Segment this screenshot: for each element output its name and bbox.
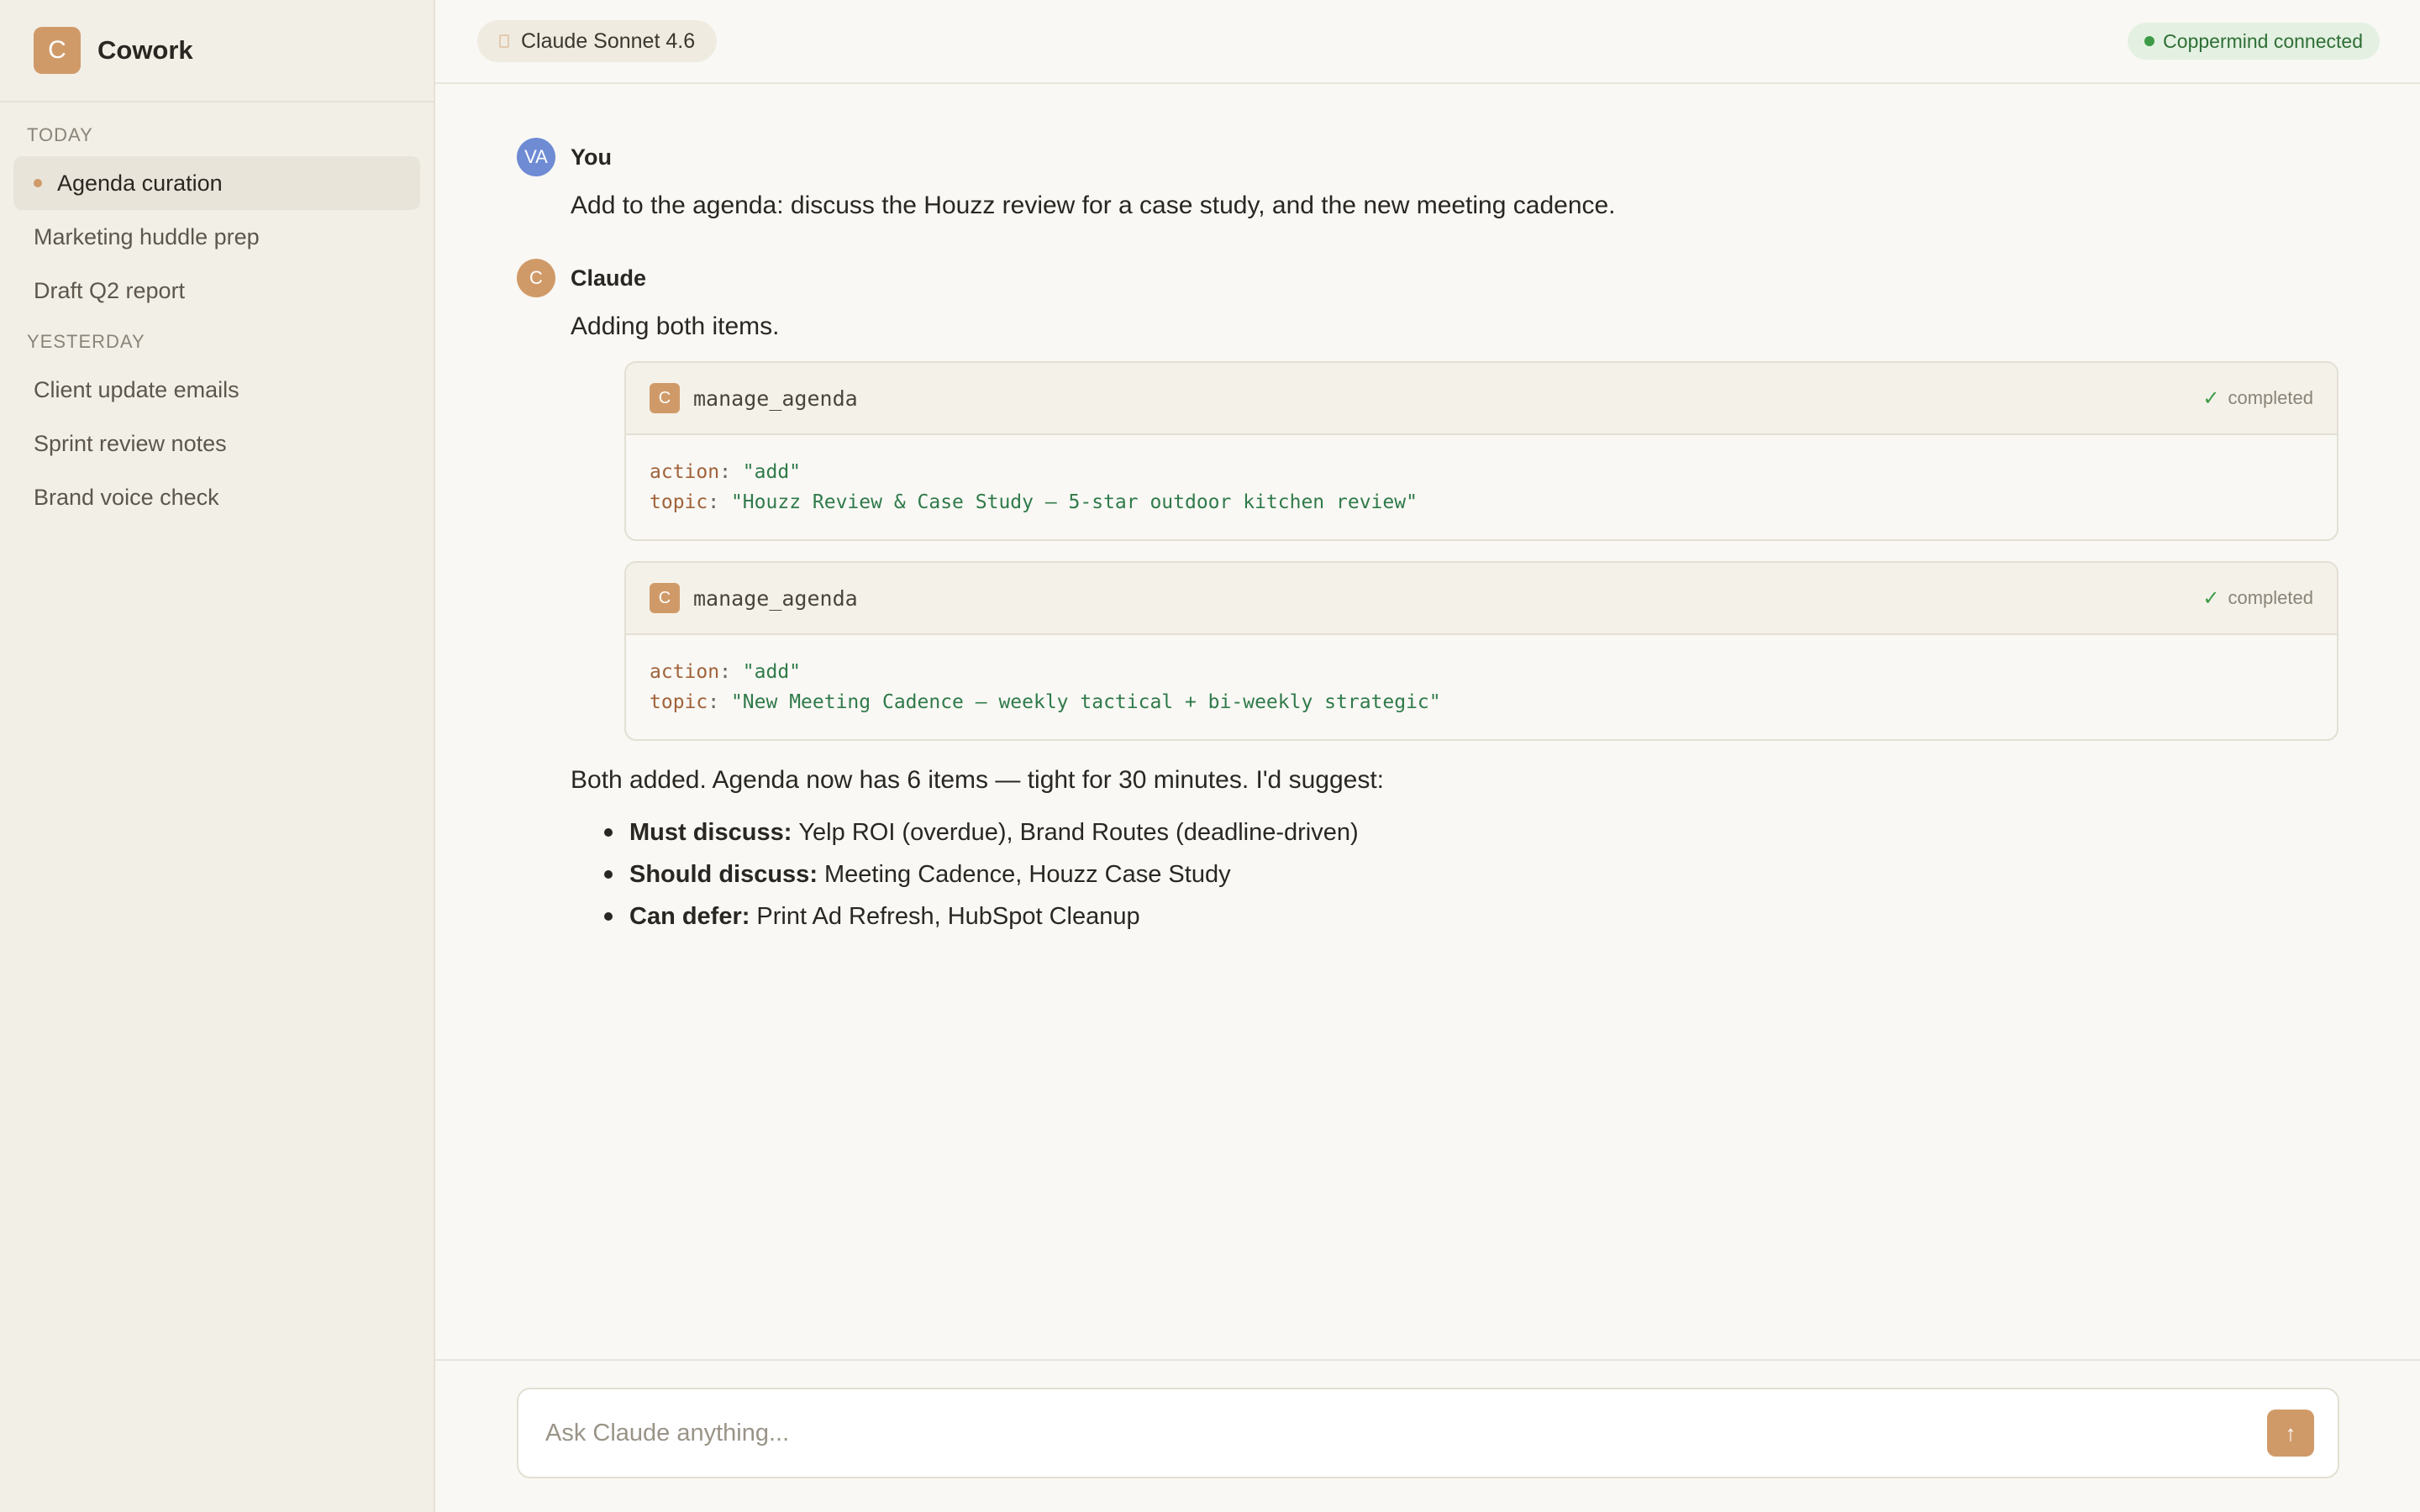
suggestion-list: Must discuss: Yelp ROI (overdue), Brand … <box>517 811 2339 937</box>
sidebar-item-draft-q2-report[interactable]: Draft Q2 report <box>13 264 420 318</box>
sidebar-item-marketing-huddle-prep[interactable]: Marketing huddle prep <box>13 210 420 264</box>
sidebar-item-label: Client update emails <box>34 376 239 402</box>
tool-status-text: completed <box>2228 587 2313 608</box>
message-input[interactable] <box>545 1419 2267 1447</box>
param-colon: : <box>708 491 731 513</box>
param-key: action <box>650 661 720 683</box>
arrow-up-icon: ↑ <box>2285 1420 2296 1446</box>
sidebar-item-label: Brand voice check <box>34 484 219 510</box>
param-key: action <box>650 461 720 483</box>
tool-call-title: C manage_agenda <box>650 583 858 613</box>
param-value: "Houzz Review & Case Study — 5-star outd… <box>730 491 1418 513</box>
brand: C Cowork <box>0 0 434 102</box>
tool-call-card[interactable]: C manage_agenda ✓ completed action: "add… <box>624 361 2338 541</box>
sidebar-item-label: Marketing huddle prep <box>34 223 260 249</box>
brand-name: Cowork <box>97 35 193 65</box>
tool-call-params: action: "add" topic: "New Meeting Cadenc… <box>626 635 2337 739</box>
connection-status-text: Coppermind connected <box>2163 29 2363 52</box>
param-line: action: "add" <box>650 457 2313 487</box>
list-item: Must discuss: Yelp ROI (overdue), Brand … <box>604 811 2339 853</box>
sidebar-item-client-update-emails[interactable]: Client update emails <box>13 363 420 417</box>
bullet-icon <box>604 870 613 879</box>
tool-call-params: action: "add" topic: "Houzz Review & Cas… <box>626 435 2337 539</box>
check-icon: ✓ <box>2202 386 2220 410</box>
tool-status: ✓ completed <box>2202 586 2313 611</box>
message-text: Add to the agenda: discuss the Houzz rev… <box>571 192 1616 219</box>
sidebar-item-label: Agenda curation <box>57 170 223 196</box>
user-message: VA You Add to the agenda: discuss the Ho… <box>517 138 2339 220</box>
tool-call-header[interactable]: C manage_agenda ✓ completed <box>626 363 2337 435</box>
list-item-label: Can defer: <box>629 902 750 930</box>
user-avatar: VA <box>517 138 555 176</box>
check-icon: ✓ <box>2202 586 2220 610</box>
param-key: topic <box>650 691 708 713</box>
tool-app-icon: C <box>650 383 680 413</box>
list-item: Can defer: Print Ad Refresh, HubSpot Cle… <box>604 895 2339 937</box>
connection-status-badge: Coppermind connected <box>2128 23 2380 60</box>
active-dot-icon <box>34 179 42 187</box>
tool-call-title: C manage_agenda <box>650 383 858 413</box>
tool-app-icon: C <box>650 583 680 613</box>
composer-area: ↑ <box>435 1359 2420 1512</box>
param-line: topic: "New Meeting Cadence — weekly tac… <box>650 687 2313 717</box>
message-author: Claude <box>571 265 647 291</box>
sidebar-section-today: TODAY Agenda curation Marketing huddle p… <box>0 102 434 318</box>
bullet-icon <box>604 828 613 837</box>
list-item-label: Must discuss: <box>629 818 792 846</box>
message-header: VA You <box>517 138 2339 176</box>
sidebar: C Cowork TODAY Agenda curation Marketing… <box>0 0 435 1512</box>
list-item-text: Yelp ROI (overdue), Brand Routes (deadli… <box>798 818 1359 846</box>
sidebar-item-sprint-review-notes[interactable]: Sprint review notes <box>13 417 420 470</box>
sidebar-item-label: Sprint review notes <box>34 430 227 456</box>
message-author: You <box>571 144 612 170</box>
sidebar-item-agenda-curation[interactable]: Agenda curation <box>13 156 420 210</box>
tool-name: manage_agenda <box>693 585 858 611</box>
list-item: Should discuss: Meeting Cadence, Houzz C… <box>604 853 2339 895</box>
param-colon: : <box>708 691 731 713</box>
section-label-yesterday: YESTERDAY <box>27 331 145 352</box>
bullet-icon <box>604 912 613 921</box>
composer: ↑ <box>517 1388 2339 1478</box>
tool-call-header[interactable]: C manage_agenda ✓ completed <box>626 563 2337 635</box>
param-key: topic <box>650 491 708 513</box>
section-label-today: TODAY <box>27 124 93 145</box>
param-line: action: "add" <box>650 657 2313 687</box>
param-value: "New Meeting Cadence — weekly tactical +… <box>730 691 1441 713</box>
topbar: Claude Sonnet 4.6 Coppermind connected <box>435 0 2420 84</box>
app-window: C Cowork TODAY Agenda curation Marketing… <box>0 0 2420 1512</box>
message-header: C Claude <box>517 259 2339 297</box>
brand-logo: C <box>34 27 81 74</box>
sidebar-item-label: Draft Q2 report <box>34 277 186 303</box>
status-dot-icon <box>2144 36 2155 46</box>
list-item-text: Meeting Cadence, Houzz Case Study <box>823 860 1231 888</box>
send-button[interactable]: ↑ <box>2267 1410 2314 1457</box>
message-summary: Both added. Agenda now has 6 items — tig… <box>571 766 1384 794</box>
model-name: Claude Sonnet 4.6 <box>521 29 696 53</box>
main-panel: Claude Sonnet 4.6 Coppermind connected V… <box>435 0 2420 1512</box>
claude-avatar: C <box>517 259 555 297</box>
model-icon <box>499 34 509 48</box>
tool-status-text: completed <box>2228 387 2313 408</box>
tool-status: ✓ completed <box>2202 386 2313 411</box>
sidebar-item-brand-voice-check[interactable]: Brand voice check <box>13 470 420 524</box>
list-item-text: Print Ad Refresh, HubSpot Cleanup <box>756 902 1140 930</box>
assistant-message: C Claude Adding both items. C manage_age… <box>517 259 2339 937</box>
message-text: Adding both items. <box>571 312 780 340</box>
param-value: "add" <box>742 661 802 683</box>
list-item-label: Should discuss: <box>629 860 818 888</box>
chat-thread: VA You Add to the agenda: discuss the Ho… <box>435 138 2420 937</box>
tool-name: manage_agenda <box>693 386 858 411</box>
sidebar-section-yesterday: YESTERDAY Client update emails Sprint re… <box>0 318 434 524</box>
model-selector[interactable]: Claude Sonnet 4.6 <box>477 20 718 62</box>
param-colon: : <box>719 461 743 483</box>
param-line: topic: "Houzz Review & Case Study — 5-st… <box>650 487 2313 517</box>
param-colon: : <box>719 661 743 683</box>
param-value: "add" <box>742 461 802 483</box>
tool-call-card[interactable]: C manage_agenda ✓ completed action: "add… <box>624 561 2338 741</box>
